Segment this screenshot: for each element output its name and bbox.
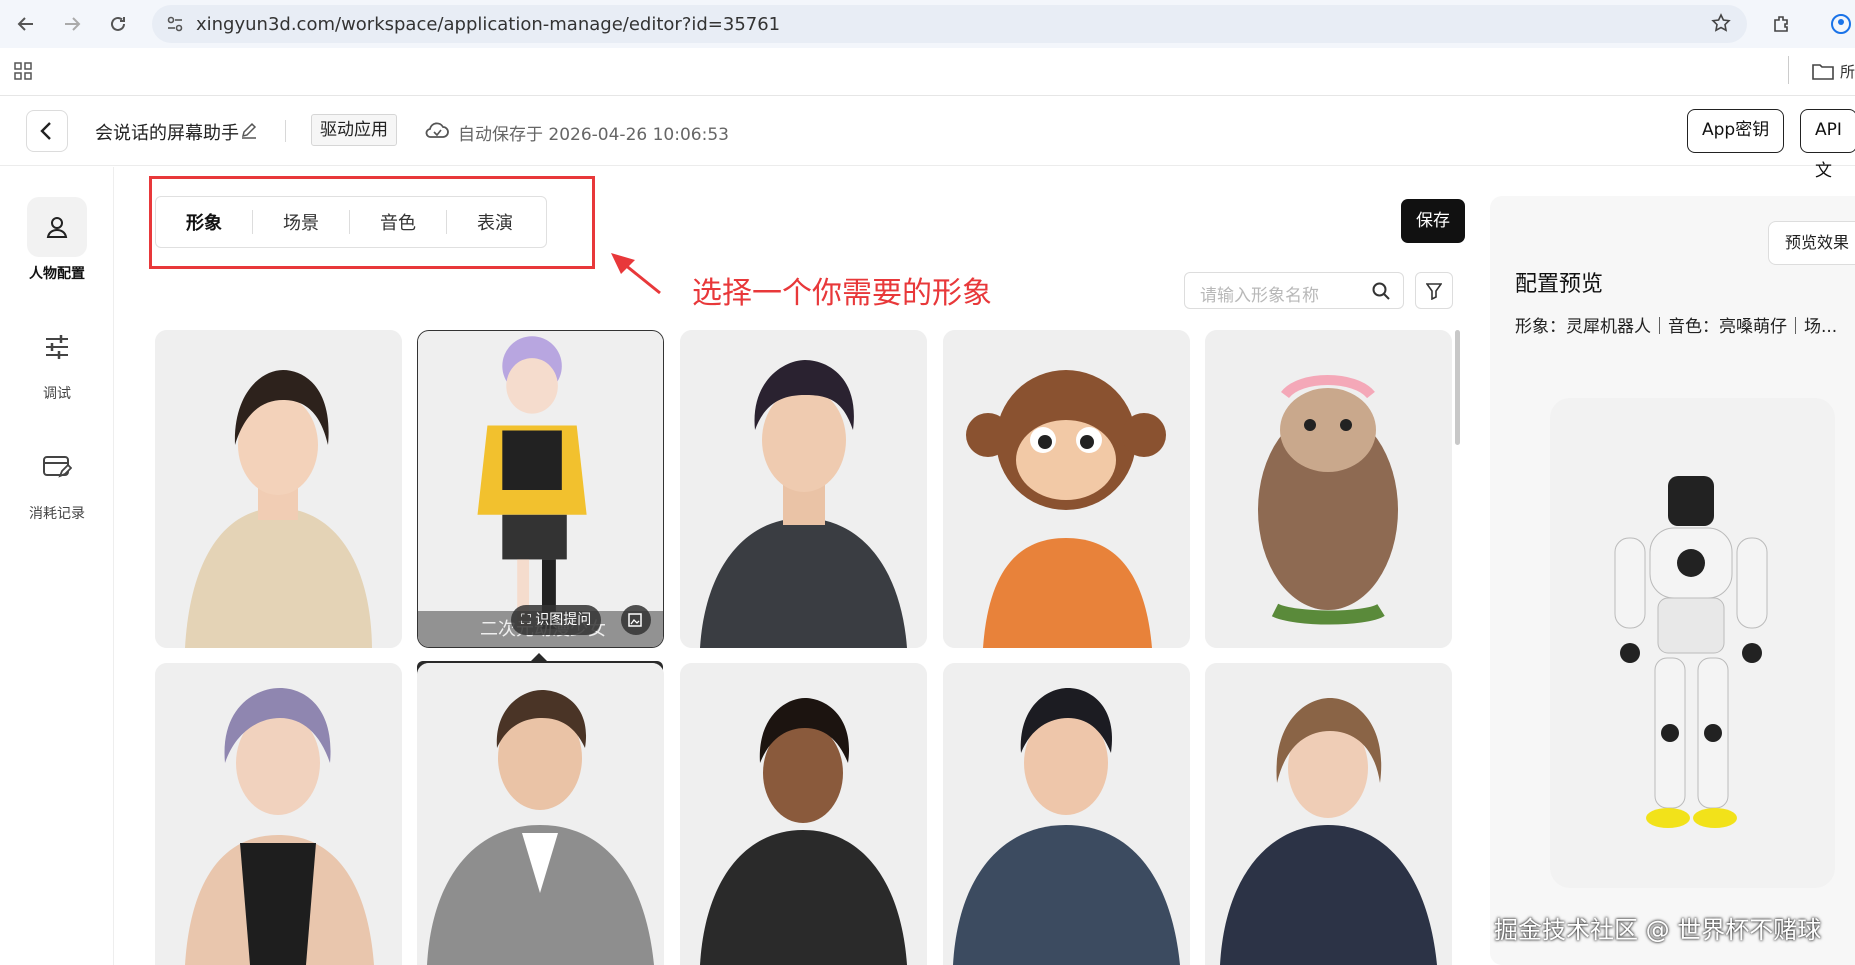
avatar-man-dark-shirt-image [943, 663, 1190, 965]
avatar-card-selected[interactable]: 二次元动漫少女 ⛶ 识图提问 [417, 330, 664, 648]
avatar-woman-short-hair-image [155, 330, 402, 648]
back-arrow-icon[interactable] [12, 10, 40, 38]
avatar-young-man-curly-image [680, 330, 927, 648]
browser-toolbar: xingyun3d.com/workspace/application-mana… [0, 0, 1855, 48]
profile-icon[interactable] [1827, 10, 1855, 38]
annotation-arrow-icon [611, 253, 661, 295]
apps-grid-icon[interactable] [14, 62, 32, 84]
avatar-woman-navy-suit-image [1205, 663, 1452, 965]
card-edit-icon [27, 437, 87, 497]
avatar-cartoon-otter-image [1205, 330, 1452, 648]
site-settings-icon[interactable] [166, 15, 184, 37]
chevron-left-icon [40, 122, 51, 140]
search-placeholder: 请输入形象名称 [1200, 286, 1319, 306]
robot-avatar-image [1614, 476, 1768, 828]
avatar-card[interactable] [155, 330, 402, 648]
avatar-card[interactable] [1205, 330, 1452, 648]
app-type-tag: 驱动应用 [311, 114, 397, 146]
person-icon [27, 197, 87, 257]
address-bar[interactable]: xingyun3d.com/workspace/application-mana… [152, 5, 1747, 43]
avatar-cartoon-monkey-image [943, 330, 1190, 648]
sliders-icon [27, 317, 87, 377]
image-edit-icon [628, 613, 642, 627]
preview-stage [1550, 398, 1835, 888]
api-doc-button[interactable]: API文 [1800, 109, 1855, 181]
bookmark-folder-label[interactable]: 所 [1840, 61, 1855, 82]
avatar-man-grey-suit-image [417, 663, 664, 965]
ocr-ask-button[interactable]: ⛶ 识图提问 [511, 605, 602, 635]
avatar-card[interactable] [680, 330, 927, 648]
sidebar-item-label: 消耗记录 [29, 506, 85, 522]
sidebar-item-character[interactable]: 人物配置 [0, 197, 114, 283]
extensions-icon[interactable] [1767, 10, 1795, 38]
avatar-anime-girl-image [418, 331, 663, 647]
watermark-text: 掘金技术社区 @ 世界杯不赌球 [1494, 916, 1822, 944]
ocr-ask-label: 识图提问 [535, 612, 592, 628]
sidebar-item-debug[interactable]: 调试 [0, 317, 114, 403]
bookmark-star-icon[interactable] [1711, 13, 1731, 37]
annotation-highlight-box [149, 176, 595, 269]
folder-icon[interactable] [1812, 62, 1834, 84]
avatar-card[interactable] [1205, 663, 1452, 965]
project-title: 会说话的屏幕助手 [95, 123, 239, 144]
sidebar-item-label: 人物配置 [29, 266, 85, 282]
annotation-text: 选择一个你需要的形象 [692, 276, 992, 311]
preview-title: 配置预览 [1515, 272, 1604, 297]
avatar-woman-black-jacket-image [680, 663, 927, 965]
image-edit-button[interactable] [621, 605, 651, 635]
save-button[interactable]: 保存 [1401, 199, 1465, 243]
app-header: 会说话的屏幕助手 驱动应用 自动保存于 2026-04-26 10:06:53 … [0, 96, 1855, 181]
reload-icon[interactable] [104, 10, 132, 38]
avatar-card[interactable] [943, 663, 1190, 965]
gallery-scrollbar[interactable] [1455, 330, 1460, 445]
left-sidebar: 人物配置 调试 消耗记录 [0, 167, 114, 965]
sidebar-item-label: 调试 [43, 386, 71, 402]
avatar-woman-purple-hair-image [155, 663, 402, 965]
bookmark-divider [1788, 56, 1789, 84]
filter-button[interactable] [1415, 272, 1453, 309]
sidebar-item-usage[interactable]: 消耗记录 [0, 437, 114, 523]
header-divider [285, 120, 286, 142]
forward-arrow-icon[interactable] [58, 10, 86, 38]
scan-icon: ⛶ [521, 612, 531, 628]
avatar-card[interactable] [155, 663, 402, 965]
back-button[interactable] [26, 110, 68, 152]
cloud-sync-icon [424, 120, 450, 146]
preview-summary: 形象：灵犀机器人｜音色：亮嗓萌仔｜场... [1515, 317, 1838, 337]
funnel-icon [1426, 282, 1442, 300]
search-icon[interactable] [1371, 281, 1391, 305]
autosave-status: 自动保存于 2026-04-26 10:06:53 [458, 125, 729, 145]
avatar-card[interactable] [680, 663, 927, 965]
avatar-card[interactable] [943, 330, 1190, 648]
preview-effect-button[interactable]: 预览效果 [1768, 221, 1855, 265]
app-key-button[interactable]: App密钥 [1687, 109, 1785, 153]
edit-pencil-icon[interactable] [240, 121, 258, 143]
avatar-card[interactable] [417, 663, 664, 965]
url-text[interactable]: xingyun3d.com/workspace/application-mana… [196, 14, 780, 35]
bookmarks-bar: 所 [0, 48, 1855, 96]
avatar-search-input[interactable]: 请输入形象名称 [1184, 272, 1404, 309]
